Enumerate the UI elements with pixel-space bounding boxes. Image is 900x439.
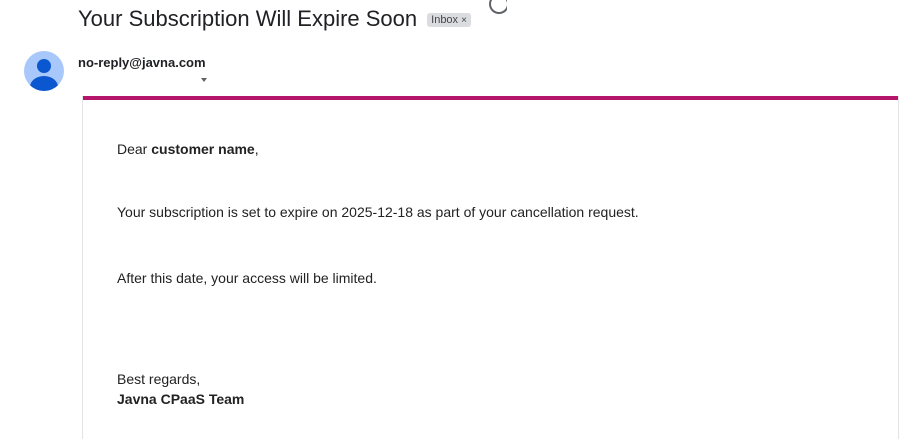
loading-spinner-icon bbox=[487, 0, 507, 14]
person-avatar-icon[interactable] bbox=[24, 51, 64, 91]
subject-row: Your Subscription Will Expire Soon Inbox… bbox=[78, 6, 471, 32]
greeting-prefix: Dear bbox=[117, 141, 152, 157]
greeting: Dear customer name, bbox=[117, 141, 259, 157]
accent-bar bbox=[83, 96, 898, 100]
label-chip-text: Inbox bbox=[431, 14, 459, 26]
closing-text: Best regards, bbox=[117, 371, 201, 387]
chevron-down-icon[interactable] bbox=[201, 78, 207, 82]
email-view: Your Subscription Will Expire Soon Inbox… bbox=[0, 0, 900, 439]
sender-address[interactable]: no-reply@javna.com bbox=[78, 55, 206, 70]
greeting-suffix: , bbox=[254, 141, 259, 157]
remove-label-icon[interactable]: × bbox=[461, 15, 467, 26]
expiry-notice: Your subscription is set to expire on 20… bbox=[117, 204, 639, 220]
customer-name: customer name bbox=[151, 141, 255, 157]
inbox-label-chip[interactable]: Inbox × bbox=[427, 13, 471, 27]
email-subject: Your Subscription Will Expire Soon bbox=[78, 6, 418, 31]
signature: Javna CPaaS Team bbox=[117, 391, 245, 407]
email-body-card: Dear customer name, Your subscription is… bbox=[82, 96, 899, 439]
access-notice: After this date, your access will be lim… bbox=[117, 270, 377, 286]
